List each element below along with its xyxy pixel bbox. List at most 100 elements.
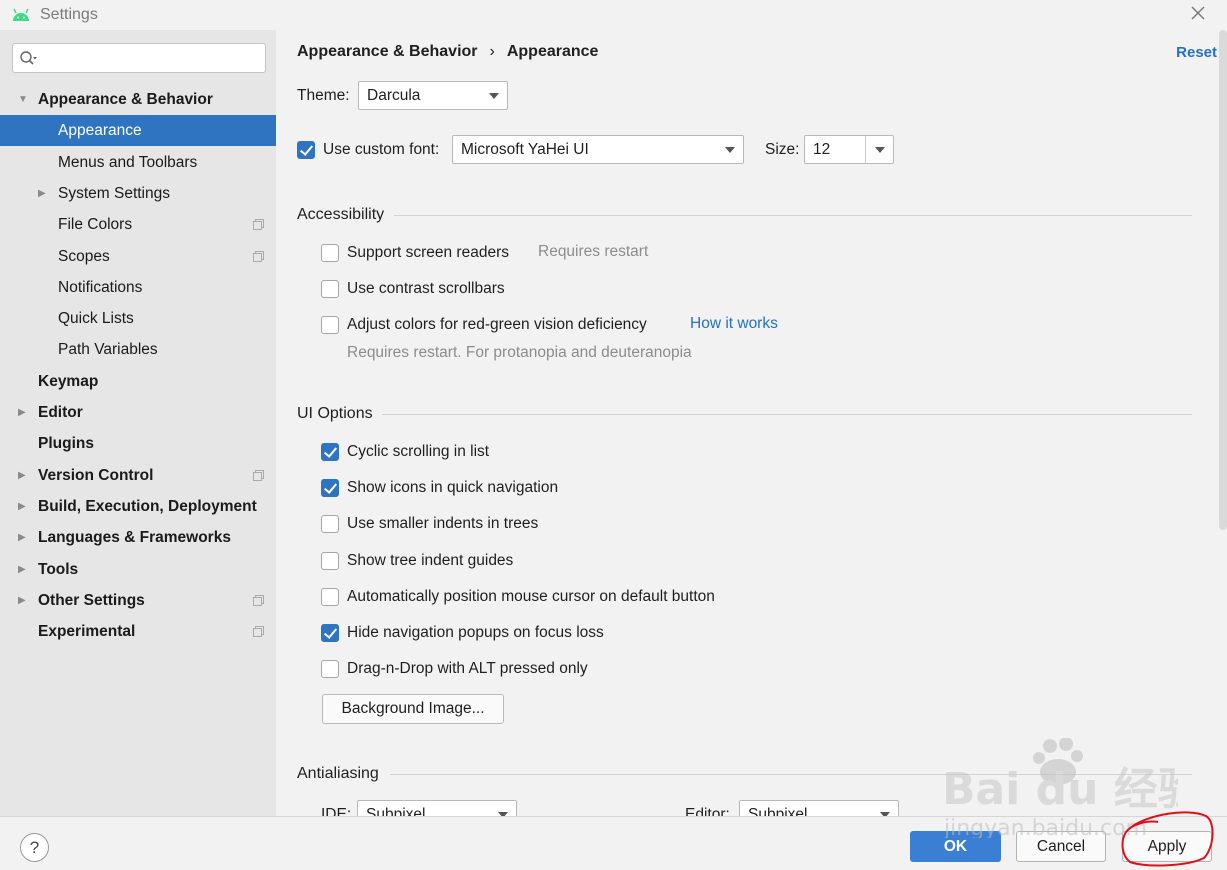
- vertical-scrollbar[interactable]: [1219, 30, 1227, 530]
- font-dropdown[interactable]: Microsoft YaHei UI: [452, 135, 744, 164]
- editor-aa-dropdown[interactable]: Subpixel: [739, 800, 899, 816]
- close-icon[interactable]: [1189, 4, 1207, 22]
- checkbox-box: [321, 280, 339, 298]
- editor-aa-value: Subpixel: [748, 806, 808, 816]
- collapse-arrow-icon[interactable]: ▶: [18, 491, 26, 522]
- sidebar-item-tools[interactable]: ▶ Tools: [0, 554, 276, 585]
- ui-option-label: Drag-n-Drop with ALT pressed only: [347, 660, 588, 678]
- title-bar: Settings: [0, 0, 1227, 30]
- sidebar-item-path-variables[interactable]: Path Variables: [0, 334, 276, 365]
- ide-aa-dropdown[interactable]: Subpixel: [357, 800, 517, 816]
- accessibility-title: Accessibility: [297, 206, 385, 223]
- ui-option-label: Show tree indent guides: [347, 551, 514, 569]
- sidebar-item-keymap[interactable]: Keymap: [0, 366, 276, 397]
- theme-dropdown[interactable]: Darcula: [358, 81, 508, 110]
- settings-content: Appearance & Behavior › Appearance Reset T…: [276, 30, 1227, 816]
- sidebar-item-experimental[interactable]: Experimental: [0, 616, 276, 647]
- checkbox-checked: [321, 479, 339, 498]
- antialiasing-title: Antialiasing: [297, 765, 379, 782]
- reset-link[interactable]: Reset: [1176, 44, 1217, 61]
- chevron-down-icon: [875, 147, 885, 153]
- collapse-arrow-icon[interactable]: ▶: [18, 585, 26, 616]
- theme-label: Theme:: [297, 87, 350, 104]
- collapse-arrow-icon[interactable]: ▶: [38, 178, 46, 209]
- sidebar-item-label: Languages & Frameworks: [38, 529, 231, 547]
- sidebar-item-label: Experimental: [38, 623, 136, 641]
- ok-button[interactable]: OK: [910, 831, 1001, 862]
- background-image-button[interactable]: Background Image...: [322, 694, 504, 724]
- sidebar-item-appearance[interactable]: Appearance: [0, 115, 276, 147]
- checkbox-unchecked: [321, 660, 339, 679]
- color-deficiency-hint: Requires restart. For protanopia and deu…: [347, 344, 692, 361]
- collapse-arrow-icon[interactable]: ▶: [18, 397, 26, 428]
- breadcrumb-parent[interactable]: Appearance & Behavior: [297, 43, 478, 60]
- sidebar-item-plugins[interactable]: Plugins: [0, 428, 276, 459]
- color-deficiency-label: Adjust colors for red-green vision defic…: [347, 316, 647, 333]
- sidebar-item-label: Path Variables: [58, 341, 158, 359]
- apply-button[interactable]: Apply: [1122, 831, 1212, 862]
- ui-option-label: Use smaller indents in trees: [347, 515, 539, 533]
- sidebar-item-label: Editor: [38, 404, 83, 421]
- sidebar-item-label: Menus and Toolbars: [58, 153, 198, 171]
- project-level-icon: [253, 469, 264, 481]
- sidebar-item-appearance-behavior[interactable]: ▼ Appearance & Behavior: [0, 84, 276, 115]
- contrast-scrollbars-label: Use contrast scrollbars: [347, 280, 505, 297]
- divider: [394, 215, 1192, 216]
- sidebar-item-label: Quick Lists: [58, 310, 134, 328]
- sidebar-item-label: Version Control: [38, 466, 154, 484]
- sidebar-item-label: Appearance & Behavior: [38, 91, 213, 108]
- search-input[interactable]: [12, 43, 266, 73]
- sidebar-item-languages-frameworks[interactable]: ▶ Languages & Frameworks: [0, 522, 276, 553]
- sidebar-item-notifications[interactable]: Notifications: [0, 272, 276, 303]
- project-level-icon: [253, 250, 264, 262]
- help-button[interactable]: ?: [20, 833, 49, 862]
- sidebar-item-label: Keymap: [38, 372, 99, 390]
- custom-font-label: Use custom font:: [323, 141, 440, 158]
- breadcrumb: Appearance & Behavior › Appearance: [297, 43, 598, 61]
- search-icon: [20, 51, 37, 65]
- breadcrumb-current: Appearance: [506, 43, 599, 60]
- ui-option-label: Hide navigation popups on focus loss: [347, 624, 604, 641]
- sidebar-item-label: Other Settings: [38, 591, 145, 609]
- ui-option-label: Automatically position mouse cursor on d…: [347, 587, 715, 605]
- settings-sidebar: ▼ Appearance & Behavior Appearance Menus an…: [0, 30, 276, 816]
- checkbox-unchecked: [321, 551, 339, 570]
- collapse-arrow-icon[interactable]: ▶: [18, 460, 26, 491]
- collapse-arrow-icon[interactable]: ▶: [18, 522, 26, 553]
- sidebar-item-system-settings[interactable]: ▶ System Settings: [0, 178, 276, 209]
- collapse-arrow-icon[interactable]: ▶: [18, 554, 26, 585]
- sidebar-item-quick-lists[interactable]: Quick Lists: [0, 303, 276, 334]
- sidebar-item-menus-and-toolbars[interactable]: Menus and Toolbars: [0, 147, 276, 178]
- ui-options-title: UI Options: [297, 405, 373, 422]
- checkbox-checked: [321, 443, 339, 461]
- chevron-down-icon: [725, 147, 735, 153]
- sidebar-item-scopes[interactable]: Scopes: [0, 241, 276, 272]
- checkbox-box: [297, 141, 315, 159]
- editor-aa-label: Editor:: [685, 806, 730, 816]
- screen-readers-hint: Requires restart: [538, 243, 649, 260]
- sidebar-item-editor[interactable]: ▶ Editor: [0, 397, 276, 428]
- font-value: Microsoft YaHei UI: [461, 141, 589, 158]
- font-size-combo[interactable]: 12: [804, 135, 894, 164]
- project-level-icon: [253, 594, 264, 606]
- ide-aa-value: Subpixel: [366, 806, 426, 816]
- sidebar-item-build-execution-deployment[interactable]: ▶ Build, Execution, Deployment: [0, 491, 276, 522]
- sidebar-item-file-colors[interactable]: File Colors: [0, 209, 276, 240]
- dialog-footer: ? OK Cancel Apply: [0, 816, 1227, 870]
- project-level-icon: [253, 626, 264, 638]
- screen-readers-label: Support screen readers: [347, 244, 509, 261]
- font-size-value: 12: [813, 141, 831, 158]
- divider: [382, 414, 1192, 415]
- cancel-button[interactable]: Cancel: [1016, 831, 1106, 862]
- expand-arrow-icon[interactable]: ▼: [18, 84, 28, 115]
- chevron-down-icon: [489, 93, 499, 99]
- window-title: Settings: [40, 6, 98, 23]
- sidebar-item-label: Build, Execution, Deployment: [38, 497, 257, 515]
- size-label: Size:: [765, 141, 800, 158]
- how-it-works-link[interactable]: How it works: [690, 315, 778, 333]
- divider: [390, 774, 1192, 775]
- sidebar-item-other-settings[interactable]: ▶ Other Settings: [0, 585, 276, 616]
- checkbox-checked: [321, 624, 339, 642]
- sidebar-item-label: File Colors: [58, 216, 133, 234]
- sidebar-item-version-control[interactable]: ▶ Version Control: [0, 460, 276, 491]
